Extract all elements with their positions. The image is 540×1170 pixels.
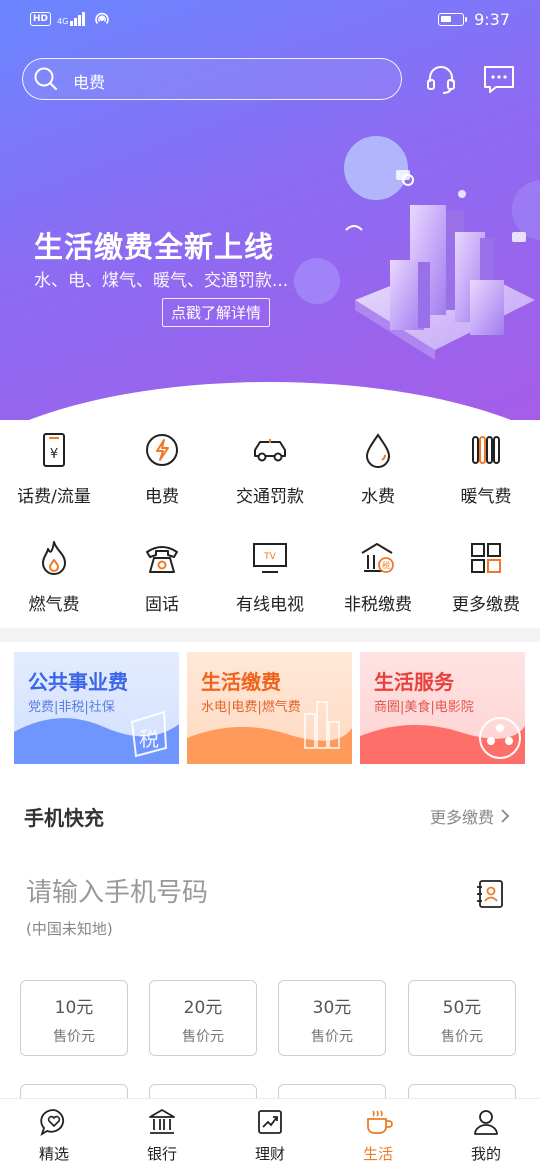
flame-icon xyxy=(42,541,66,575)
chevron-right-icon xyxy=(501,809,510,823)
bank-icon xyxy=(149,1109,175,1134)
svg-text:税: 税 xyxy=(382,560,390,570)
hero-banner: HD 4G 9:37 电费 生活缴费全新上线 水、电、煤气、暖气、交通罚款...… xyxy=(0,0,540,420)
phone-region-label: (中国未知地) xyxy=(26,920,113,938)
search-input[interactable]: 电费 xyxy=(22,58,402,100)
category-electricity[interactable]: 电费 xyxy=(108,430,216,520)
promo-subtitle: 党费|非税|社保 xyxy=(28,700,115,715)
phone-bill-icon: ¥ xyxy=(43,433,65,467)
more-payments-link[interactable]: 更多缴费 xyxy=(430,804,510,828)
chat-heart-icon xyxy=(40,1109,65,1137)
recharge-amount-option[interactable]: 20元 售价元 xyxy=(149,980,257,1056)
status-bar: HD 4G 9:37 xyxy=(0,0,540,40)
promo-title: 生活缴费 xyxy=(201,670,281,694)
message-icon[interactable] xyxy=(482,62,516,96)
promo-title: 公共事业费 xyxy=(28,670,128,694)
recharge-amount-option[interactable]: 30元 售价元 xyxy=(278,980,386,1056)
recharge-amount-option[interactable]: 50元 售价元 xyxy=(408,980,516,1056)
search-query: 电费 xyxy=(73,73,106,92)
category-heating[interactable]: 暖气费 xyxy=(432,430,540,520)
phone-number-input[interactable]: 请输入手机号码 xyxy=(26,872,446,909)
signal-icon: 4G xyxy=(57,12,87,26)
user-icon xyxy=(474,1110,498,1135)
promo-life-payment[interactable]: 生活缴费 水电|电费|燃气费 xyxy=(187,652,352,764)
category-traffic-fine[interactable]: 交通罚款 xyxy=(216,430,324,520)
search-icon xyxy=(34,67,58,91)
recharge-section-title: 手机快充 xyxy=(24,806,104,830)
radiator-icon xyxy=(472,436,500,464)
recharge-amount-option[interactable]: 10元 售价元 xyxy=(20,980,128,1056)
category-more[interactable]: 更多缴费 xyxy=(432,538,540,628)
promo-title: 生活服务 xyxy=(374,670,454,694)
category-landline[interactable]: 固话 xyxy=(108,538,216,628)
svg-text:TV: TV xyxy=(263,552,276,562)
svg-text:¥: ¥ xyxy=(50,447,58,462)
water-drop-icon xyxy=(365,433,391,468)
category-cable-tv[interactable]: TV 有线电视 xyxy=(216,538,324,628)
battery-icon xyxy=(438,13,468,26)
city-illustration xyxy=(345,170,535,360)
nav-life[interactable]: 生活 xyxy=(324,1107,432,1164)
coffee-cup-icon xyxy=(367,1110,393,1134)
headset-icon[interactable] xyxy=(424,62,458,96)
grid-more-icon xyxy=(471,543,501,573)
promo-subtitle: 水电|电费|燃气费 xyxy=(201,700,301,715)
tax-building-icon: 税 xyxy=(361,543,394,573)
nav-wealth[interactable]: 理财 xyxy=(216,1107,324,1164)
clock: 9:37 xyxy=(474,10,510,29)
promo-subtitle: 商圈|美食|电影院 xyxy=(374,700,474,715)
promo-life-service[interactable]: 生活服务 商圈|美食|电影院 xyxy=(360,652,525,764)
bottom-nav: 精选 银行 理财 生活 我的 xyxy=(0,1098,540,1170)
nav-mine[interactable]: 我的 xyxy=(432,1107,540,1164)
nav-featured[interactable]: 精选 xyxy=(0,1107,108,1164)
chart-up-icon xyxy=(258,1110,282,1134)
banner-title: 生活缴费全新上线 xyxy=(34,230,275,264)
section-divider xyxy=(0,628,540,642)
category-phone-bill[interactable]: ¥ 话费/流量 xyxy=(0,430,108,520)
car-icon xyxy=(254,439,286,462)
category-gas[interactable]: 燃气费 xyxy=(0,538,108,628)
hd-badge: HD xyxy=(30,12,52,26)
svg-text:税: 税 xyxy=(139,727,159,751)
banner-subtitle: 水、电、煤气、暖气、交通罚款... xyxy=(34,271,289,291)
category-water[interactable]: 水费 xyxy=(324,430,432,520)
electricity-icon xyxy=(146,434,178,466)
category-non-tax[interactable]: 税 非税缴费 xyxy=(324,538,432,628)
landline-phone-icon xyxy=(146,546,178,573)
hotspot-icon xyxy=(95,12,110,25)
banner-detail-button[interactable]: 点戳了解详情 xyxy=(162,298,271,327)
tv-icon: TV xyxy=(253,543,287,573)
nav-bank[interactable]: 银行 xyxy=(108,1107,216,1164)
contacts-book-icon[interactable] xyxy=(474,878,506,910)
promo-public-utilities[interactable]: 税 公共事业费 党费|非税|社保 xyxy=(14,652,179,764)
